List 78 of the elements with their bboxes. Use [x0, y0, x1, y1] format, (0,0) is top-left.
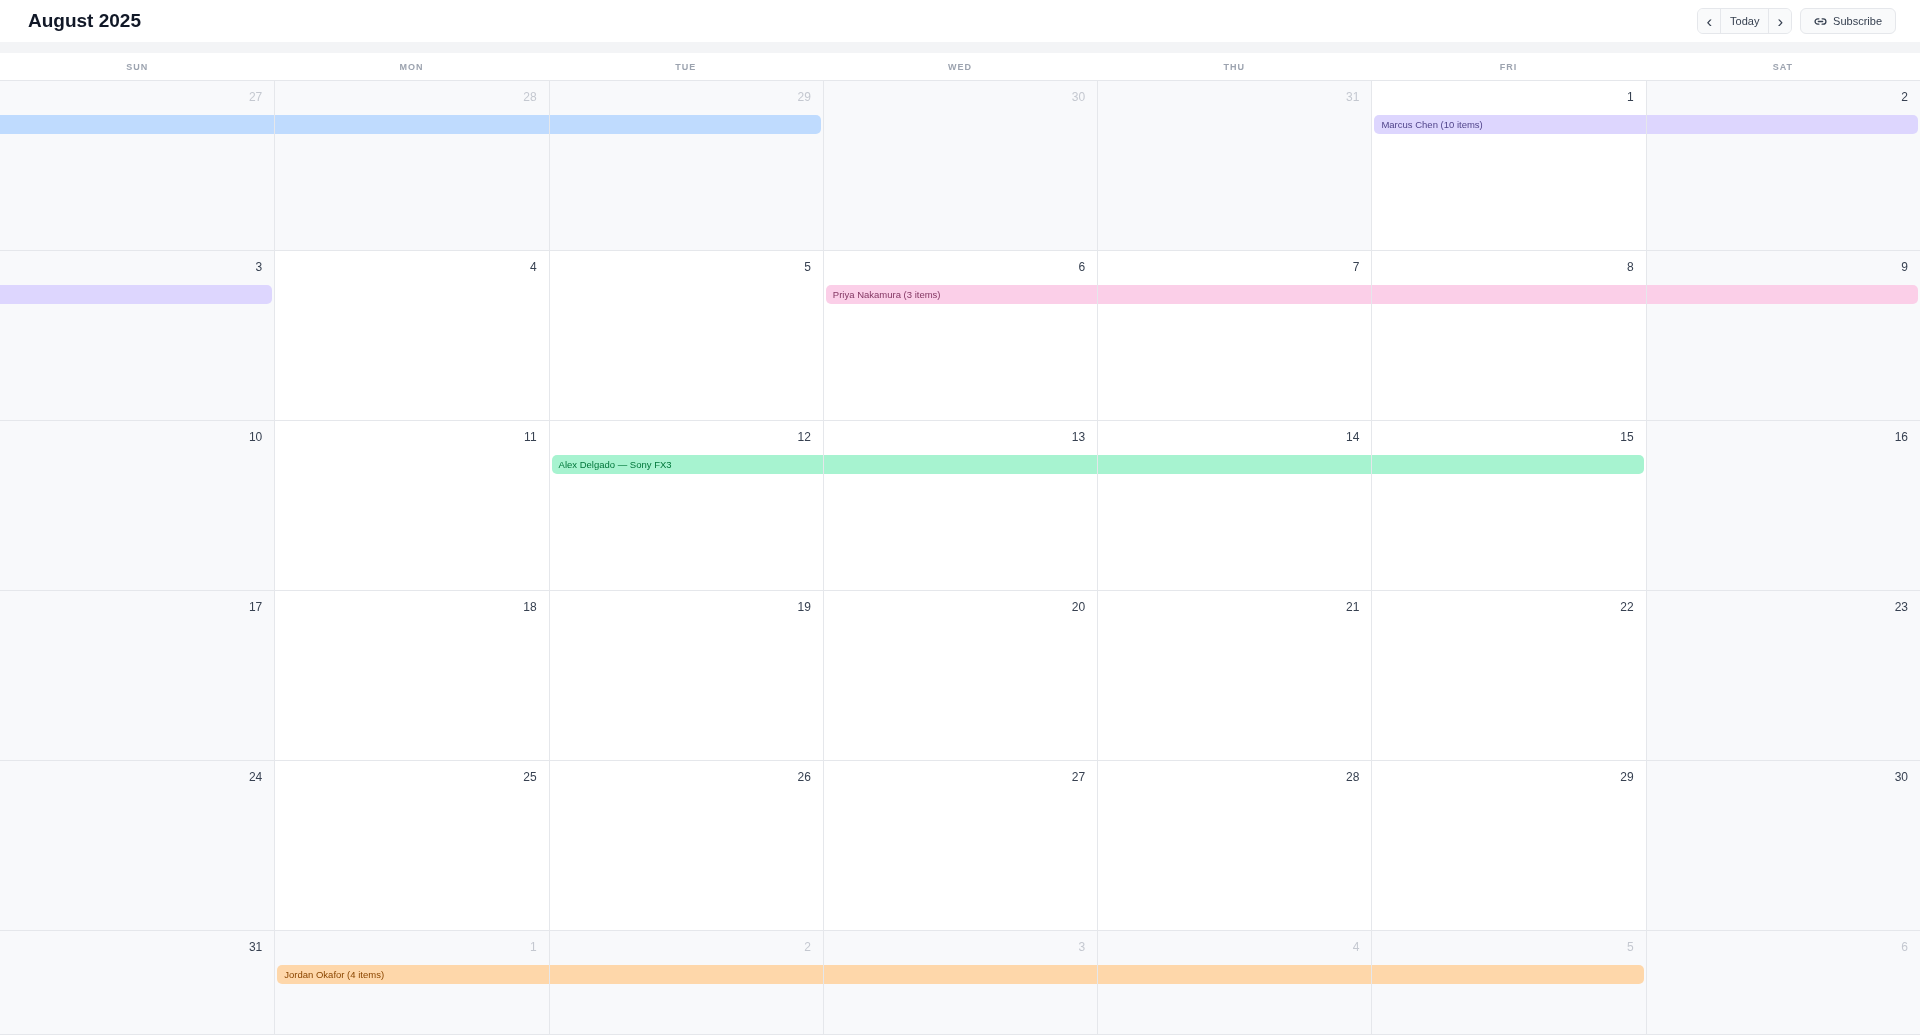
previous-button[interactable]: ‹	[1698, 9, 1722, 33]
day-number: 10	[248, 430, 263, 444]
day-number: 27	[1071, 770, 1086, 784]
event-bar[interactable]: Priya Nakamura (3 items)	[825, 285, 1098, 304]
event-bar[interactable]	[823, 455, 1098, 474]
event-bar[interactable]	[1098, 455, 1372, 474]
day-number: 31	[248, 940, 263, 954]
day-number: 13	[1071, 430, 1086, 444]
day-number: 3	[255, 260, 263, 274]
day-number: 29	[1620, 770, 1634, 784]
day-number: 6	[1078, 260, 1086, 274]
event-bar[interactable]	[275, 115, 549, 134]
event-bar[interactable]	[549, 115, 821, 134]
day-cell[interactable]: 23	[1645, 591, 1920, 760]
event-bar[interactable]	[1372, 965, 1644, 984]
weekday-label: FRI	[1498, 61, 1519, 72]
day-number: 24	[248, 770, 263, 784]
day-number: 30	[1894, 770, 1908, 784]
calendar-title: August 2025	[28, 10, 141, 32]
day-number: 11	[524, 430, 537, 444]
day-number: 25	[523, 770, 537, 784]
event-bar[interactable]: Marcus Chen (10 items)	[1374, 115, 1646, 134]
day-number: 22	[1620, 600, 1634, 614]
weekday-label: THU	[1222, 61, 1247, 72]
day-cell[interactable]: 24	[0, 761, 275, 930]
day-number: 15	[1620, 430, 1634, 444]
day-cell[interactable]: 9	[1645, 251, 1920, 420]
event-bar[interactable]	[1372, 285, 1646, 304]
event-bar[interactable]	[0, 285, 273, 304]
day-number: 20	[1071, 600, 1086, 614]
weekday-label: WED	[947, 61, 973, 72]
day-number: 23	[1894, 600, 1908, 614]
day-cell[interactable]: 13	[822, 421, 1098, 590]
day-cell[interactable]: 17	[0, 591, 275, 760]
day-number: 28	[1346, 770, 1360, 784]
event-bar[interactable]	[1372, 455, 1644, 474]
event-bar[interactable]	[1646, 115, 1918, 134]
day-number: 5	[804, 260, 811, 274]
day-number: 4	[529, 260, 537, 274]
day-number: 14	[1346, 430, 1360, 444]
day-number: 8	[1627, 260, 1634, 274]
day-cell[interactable]: 14	[1097, 421, 1372, 590]
day-cell[interactable]: 7	[1097, 251, 1372, 420]
event-bar[interactable]	[0, 115, 275, 134]
day-number: 16	[1894, 430, 1908, 444]
subscribe-button[interactable]: Subscribe	[1800, 8, 1896, 34]
day-cell[interactable]: 16	[1645, 421, 1920, 590]
day-cell[interactable]: 10	[0, 421, 275, 590]
day-cell[interactable]: 6 Priya Nakamura (3 items)	[822, 251, 1098, 420]
day-cell[interactable]: 8	[1371, 251, 1646, 420]
day-number: 18	[523, 600, 537, 614]
day-number: 12	[797, 430, 811, 444]
weekday-label: MON	[398, 61, 425, 72]
event-bar[interactable]: Alex Delgado — Sony FX3	[551, 455, 823, 474]
day-cell[interactable]: 31	[0, 931, 275, 1034]
day-cell[interactable]: 15	[1371, 421, 1646, 590]
weekday-label: SUN	[125, 61, 150, 72]
day-cell[interactable]: 30	[1645, 761, 1920, 930]
event-bar[interactable]	[549, 965, 823, 984]
event-bar[interactable]	[823, 965, 1098, 984]
event-bar[interactable]: Jordan Okafor (4 items)	[277, 965, 549, 984]
weekday-label: TUE	[674, 61, 698, 72]
day-number: 2	[1901, 90, 1908, 104]
event-bar[interactable]	[1098, 285, 1372, 304]
day-number: 17	[248, 600, 263, 614]
day-cell[interactable]: 12 Alex Delgado — Sony FX3	[548, 421, 823, 590]
day-number: 7	[1352, 260, 1360, 274]
day-cell[interactable]: 2	[1645, 81, 1920, 250]
day-cell[interactable]: 1 Marcus Chen (10 items)	[1371, 81, 1646, 250]
day-number: 21	[1346, 600, 1360, 614]
day-cell[interactable]: 3	[0, 251, 275, 420]
day-number: 26	[797, 770, 811, 784]
day-number: 1	[1627, 90, 1634, 104]
event-bar[interactable]	[1098, 965, 1372, 984]
event-bar[interactable]	[1646, 285, 1918, 304]
day-number: 19	[797, 600, 811, 614]
day-number: 9	[1901, 260, 1908, 274]
weekday-label: SAT	[1771, 61, 1794, 72]
